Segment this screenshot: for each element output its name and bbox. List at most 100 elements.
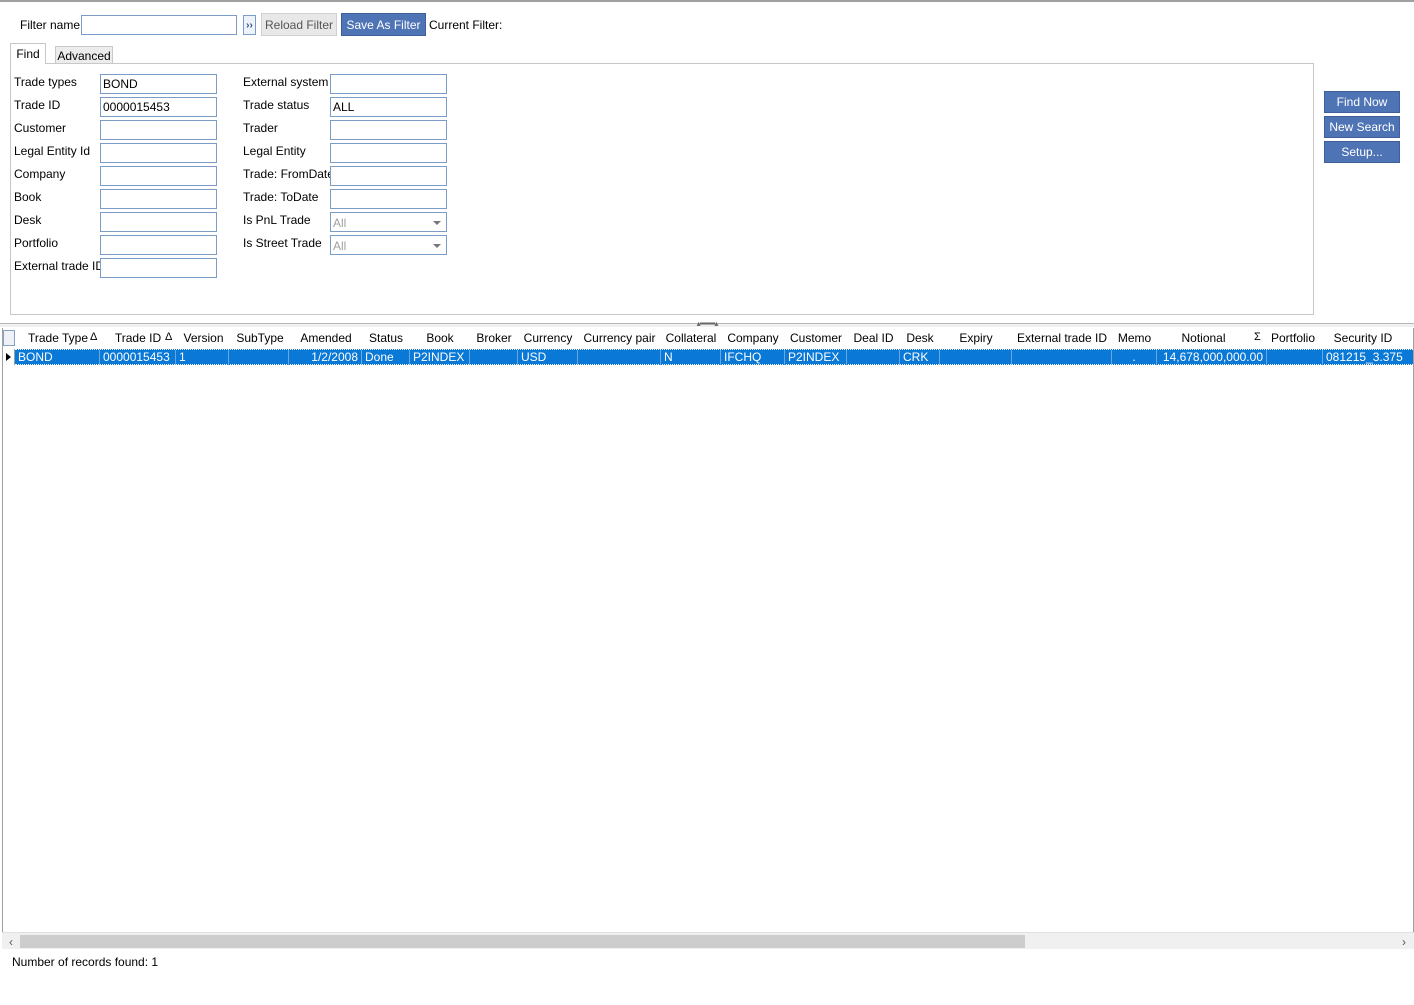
cell-currency-pair [578,350,661,365]
cell-book: P2INDEX [410,350,470,365]
col-collateral[interactable]: Collateral [661,328,721,348]
cell-currency: USD [518,350,578,365]
save-as-filter-button[interactable]: Save As Filter [341,13,426,36]
company-input[interactable] [100,166,217,186]
is-street-trade-label: Is Street Trade [243,236,322,250]
col-desk[interactable]: Desk [900,328,940,348]
cell-external-trade-id [1012,350,1112,365]
col-memo[interactable]: Memo [1112,328,1157,348]
legal-entity-id-input[interactable] [100,143,217,163]
setup-button[interactable]: Setup... [1324,141,1400,163]
col-expiry[interactable]: Expiry [940,328,1012,348]
row-selector[interactable] [3,349,15,365]
splitter-grip-icon[interactable]: ▴▪▪▪▪▪▪▪▪▴ [682,320,732,328]
scrollbar-thumb[interactable] [20,935,1025,948]
is-pnl-trade-label: Is PnL Trade [243,213,311,227]
scroll-right-icon[interactable]: › [1397,934,1411,949]
col-customer[interactable]: Customer [785,328,847,348]
portfolio-label: Portfolio [14,236,59,250]
sum-icon: Σ [1254,331,1261,343]
trade-todate-label: Trade: ToDate [243,190,319,204]
cell-memo: . [1112,350,1157,365]
cell-company: IFCHQ [721,350,785,365]
cell-desk: CRK [900,350,940,365]
scroll-left-icon[interactable]: ‹ [4,934,18,949]
col-trade-type[interactable]: Trade Type [16,328,100,348]
desk-label: Desk [14,213,42,227]
col-book[interactable]: Book [410,328,470,348]
col-version[interactable]: Version [177,328,230,348]
cell-trade-id: 0000015453 [100,350,176,365]
col-portfolio[interactable]: Portfolio [1265,328,1321,348]
external-trade-id-input[interactable] [100,258,217,278]
col-currency-pair[interactable]: Currency pair [578,328,661,348]
trader-input[interactable] [330,120,447,140]
col-company[interactable]: Company [721,328,785,348]
results-grid: Trade Type Δ Trade ID Δ Version SubType … [2,328,1414,949]
customer-input[interactable] [100,120,217,140]
table-row[interactable]: BOND 0000015453 1 1/2/2008 Done P2INDEX … [15,349,1413,365]
grid-header: Trade Type Δ Trade ID Δ Version SubType … [3,328,1413,348]
tab-advanced[interactable]: Advanced [55,46,113,64]
cell-expiry [940,350,1012,365]
is-pnl-trade-value: All [333,216,347,230]
col-notional[interactable]: Notional [1157,328,1250,348]
trade-status-input[interactable]: ALL [330,97,447,117]
sort-icon: Δ [165,331,173,343]
cell-collateral: N [661,350,721,365]
tab-find[interactable]: Find [10,43,46,64]
apply-filter-button[interactable]: ›› [243,15,256,35]
cell-subtype [229,350,289,365]
sort-icon: Δ [90,331,98,343]
filter-name-input[interactable] [81,15,237,35]
col-broker[interactable]: Broker [470,328,518,348]
legal-entity-input[interactable] [330,143,447,163]
cell-notional: 14,678,000,000.00 [1157,350,1267,365]
col-status[interactable]: Status [362,328,410,348]
records-found-status: Number of records found: 1 [12,955,159,969]
trader-label: Trader [243,121,278,135]
legal-entity-id-label: Legal Entity Id [14,144,91,158]
is-street-trade-select[interactable]: All [330,235,447,255]
col-security-id[interactable]: Security ID [1321,328,1405,348]
chevron-down-icon [433,221,441,225]
external-system-label: External system [243,75,329,89]
trade-types-label: Trade types [14,75,77,89]
cell-amended: 1/2/2008 [289,350,362,365]
col-amended[interactable]: Amended [290,328,362,348]
chevron-down-icon [433,244,441,248]
col-subtype[interactable]: SubType [230,328,290,348]
col-external-trade-id[interactable]: External trade ID [1012,328,1112,348]
book-label: Book [14,190,42,204]
col-deal-id[interactable]: Deal ID [847,328,900,348]
trade-todate-input[interactable] [330,189,447,209]
cell-deal-id [847,350,900,365]
desk-input[interactable] [100,212,217,232]
external-trade-id-label: External trade ID [14,259,105,273]
cell-security-id: 081215_3.375 [1326,350,1403,364]
company-label: Company [14,167,66,181]
cell-portfolio [1267,350,1323,365]
trade-id-input[interactable]: 0000015453 [100,97,217,117]
reload-filter-button[interactable]: Reload Filter [261,13,337,36]
column-chooser-icon[interactable] [3,330,15,346]
cell-version: 1 [176,350,229,365]
trade-types-input[interactable]: BOND [100,74,217,94]
external-system-input[interactable] [330,74,447,94]
horizontal-scrollbar[interactable]: ‹ › [2,932,1414,949]
is-pnl-trade-select[interactable]: All [330,212,447,232]
portfolio-input[interactable] [100,235,217,255]
book-input[interactable] [100,189,217,209]
cell-broker [470,350,518,365]
col-currency[interactable]: Currency [518,328,578,348]
filter-name-label: Filter name [20,18,81,32]
cell-trade-type: BOND [15,350,100,365]
trade-fromdate-label: Trade: FromDate [243,167,334,181]
find-now-button[interactable]: Find Now [1324,91,1400,113]
current-row-icon [6,353,11,361]
trade-status-label: Trade status [243,98,310,112]
trade-fromdate-input[interactable] [330,166,447,186]
is-street-trade-value: All [333,239,347,253]
new-search-button[interactable]: New Search [1324,116,1400,138]
legal-entity-label: Legal Entity [243,144,306,158]
